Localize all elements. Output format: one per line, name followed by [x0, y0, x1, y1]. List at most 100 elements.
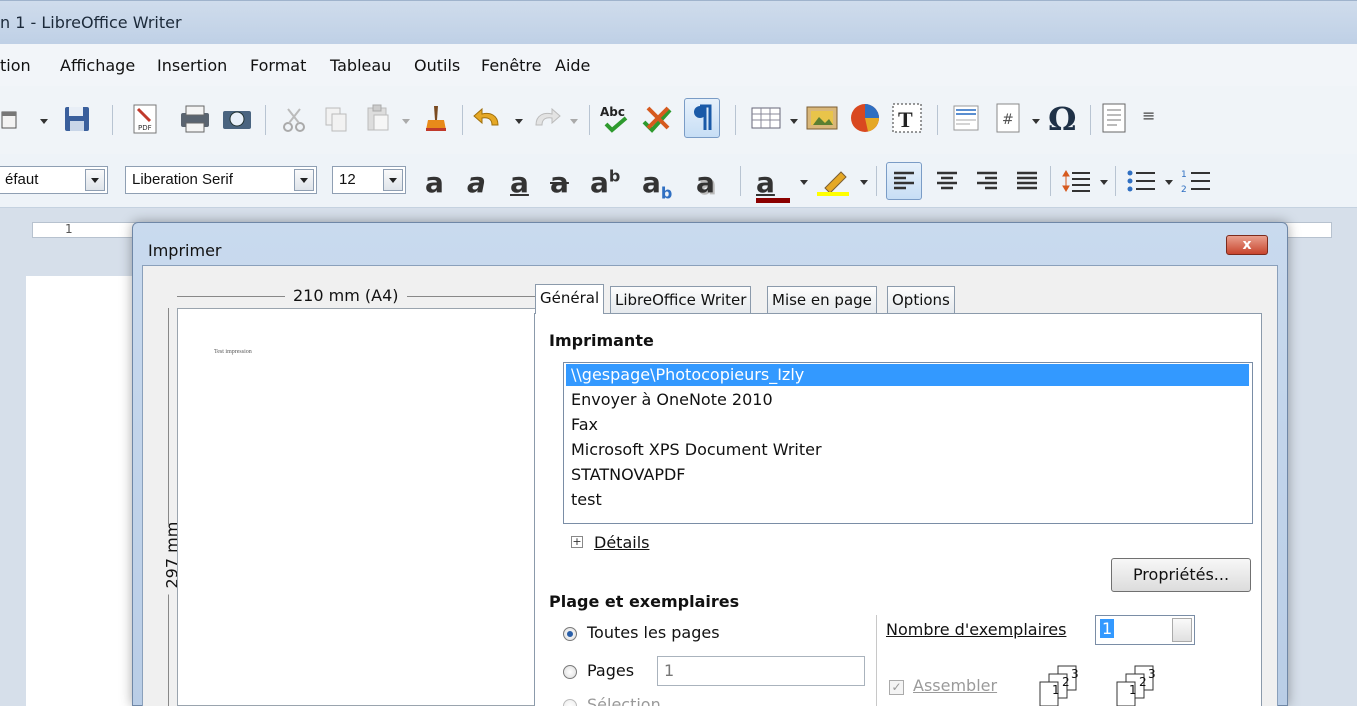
redo-dropdown-icon[interactable] [570, 119, 578, 124]
all-pages-label[interactable]: Toutes les pages [587, 623, 720, 642]
pages-label[interactable]: Pages [587, 661, 634, 680]
printer-list[interactable]: \\gespage\Photocopieurs_Izly Envoyer à O… [563, 362, 1253, 524]
underline-icon[interactable]: a [510, 166, 529, 199]
tab-options[interactable]: Options [887, 286, 955, 314]
separator [265, 105, 266, 135]
align-right-icon[interactable] [975, 170, 999, 192]
table-dropdown-icon[interactable] [790, 119, 798, 124]
spellcheck-icon[interactable]: Abc [598, 102, 634, 134]
line-spacing-icon[interactable] [1060, 168, 1092, 194]
paste-dropdown-icon[interactable] [402, 119, 410, 124]
table-icon[interactable] [750, 104, 782, 132]
header-icon[interactable] [950, 102, 982, 134]
pages-radio[interactable] [563, 665, 577, 679]
menu-tableau[interactable]: Tableau [330, 56, 391, 75]
redo-icon[interactable] [530, 105, 562, 131]
shadow-icon[interactable]: a [696, 166, 715, 199]
align-left-icon [894, 171, 914, 190]
image-icon[interactable] [805, 103, 839, 133]
spin-arrows-icon[interactable] [1172, 618, 1192, 642]
superscript-icon[interactable]: ab [590, 166, 620, 199]
printer-item[interactable]: Microsoft XPS Document Writer [566, 439, 1249, 461]
menu-edition[interactable]: tion [0, 56, 31, 75]
subscript-icon[interactable]: ab [642, 166, 672, 203]
copy-icon[interactable] [322, 105, 350, 133]
save-icon[interactable] [62, 104, 92, 134]
all-pages-radio[interactable] [563, 627, 577, 641]
collate-checkbox[interactable]: ✓ [889, 680, 904, 695]
strikethrough-icon[interactable]: a [550, 166, 569, 199]
separator [1115, 166, 1116, 196]
collate-label[interactable]: Assembler [913, 676, 997, 695]
font-color-icon[interactable]: a [756, 166, 775, 199]
undo-dropdown-icon[interactable] [515, 119, 523, 124]
font-name-dropdown-icon[interactable] [294, 169, 314, 191]
printer-item[interactable]: STATNOVAPDF [566, 464, 1249, 486]
align-left-button[interactable] [886, 162, 922, 200]
details-label[interactable]: Détails [594, 533, 649, 552]
line-spacing-dropdown-icon[interactable] [1100, 180, 1108, 185]
subscript-glyph: ab [642, 166, 673, 203]
menu-affichage[interactable]: Affichage [60, 56, 135, 75]
print-icon[interactable] [178, 103, 212, 135]
numbering-icon[interactable]: 12 [1180, 168, 1212, 194]
copies-spinner[interactable]: 1 [1095, 615, 1195, 645]
chart-icon[interactable] [848, 101, 882, 135]
properties-button[interactable]: Propriétés... [1111, 558, 1251, 592]
selection-radio[interactable] [563, 699, 577, 706]
pages-input[interactable]: 1 [657, 656, 865, 686]
menu-format[interactable]: Format [250, 56, 306, 75]
ruler-mark: 1 [65, 222, 73, 236]
autospellcheck-icon[interactable] [640, 102, 674, 134]
tab-mise-en-page[interactable]: Mise en page [767, 286, 877, 314]
selection-label[interactable]: Sélection [587, 695, 661, 706]
bullets-dropdown-icon[interactable] [1165, 180, 1173, 185]
details-expander-icon[interactable]: + [571, 536, 583, 548]
highlight-dropdown-icon[interactable] [860, 180, 868, 185]
printer-item[interactable]: Envoyer à OneNote 2010 [566, 389, 1249, 411]
new-dropdown-icon[interactable] [40, 119, 48, 124]
navigator-icon[interactable] [1100, 102, 1130, 134]
font-size-combo[interactable]: 12 [332, 166, 406, 194]
document-page[interactable] [26, 276, 146, 706]
menu-insertion[interactable]: Insertion [157, 56, 227, 75]
bullets-icon[interactable] [1125, 168, 1157, 194]
print-preview-icon[interactable] [220, 103, 254, 135]
font-color-dropdown-icon[interactable] [800, 180, 808, 185]
new-icon[interactable] [0, 108, 22, 132]
close-button[interactable]: x [1226, 235, 1268, 255]
paragraph-style-combo[interactable]: éfaut [0, 166, 108, 194]
font-color-swatch [756, 198, 790, 203]
export-pdf-icon[interactable]: PDF [130, 103, 160, 135]
align-center-icon[interactable] [935, 170, 959, 192]
textbox-icon[interactable]: T [890, 101, 924, 135]
formatting-marks-button[interactable] [684, 98, 720, 138]
font-size-dropdown-icon[interactable] [383, 169, 403, 191]
field-icon[interactable]: # [994, 102, 1024, 134]
printer-item[interactable]: test [566, 489, 1249, 511]
paste-icon[interactable] [364, 103, 392, 133]
paragraph-style-dropdown-icon[interactable] [85, 169, 105, 191]
bold-icon[interactable]: a [425, 166, 444, 199]
tab-libreoffice-writer[interactable]: LibreOffice Writer [610, 286, 752, 314]
undo-icon[interactable] [472, 105, 504, 131]
italic-icon[interactable]: a [467, 166, 486, 199]
menu-aide[interactable]: Aide [555, 56, 590, 75]
font-name-combo[interactable]: Liberation Serif [125, 166, 317, 194]
copies-value[interactable]: 1 [1100, 619, 1115, 638]
svg-text:Abc: Abc [600, 105, 625, 119]
more-icon[interactable]: ≡ [1142, 106, 1155, 125]
clone-formatting-icon[interactable] [420, 102, 450, 134]
separator [937, 105, 938, 135]
tab-general[interactable]: Général [535, 284, 605, 314]
menu-fenetre[interactable]: Fenêtre [481, 56, 542, 75]
justify-icon[interactable] [1015, 170, 1039, 192]
formatting-marks-icon [694, 104, 712, 130]
printer-item[interactable]: Fax [566, 414, 1249, 436]
menu-outils[interactable]: Outils [414, 56, 460, 75]
special-character-icon[interactable]: Ω [1046, 100, 1080, 136]
cut-icon[interactable] [280, 105, 308, 133]
highlight-icon[interactable] [815, 166, 851, 196]
printer-item[interactable]: \\gespage\Photocopieurs_Izly [566, 364, 1249, 386]
field-dropdown-icon[interactable] [1032, 119, 1040, 124]
